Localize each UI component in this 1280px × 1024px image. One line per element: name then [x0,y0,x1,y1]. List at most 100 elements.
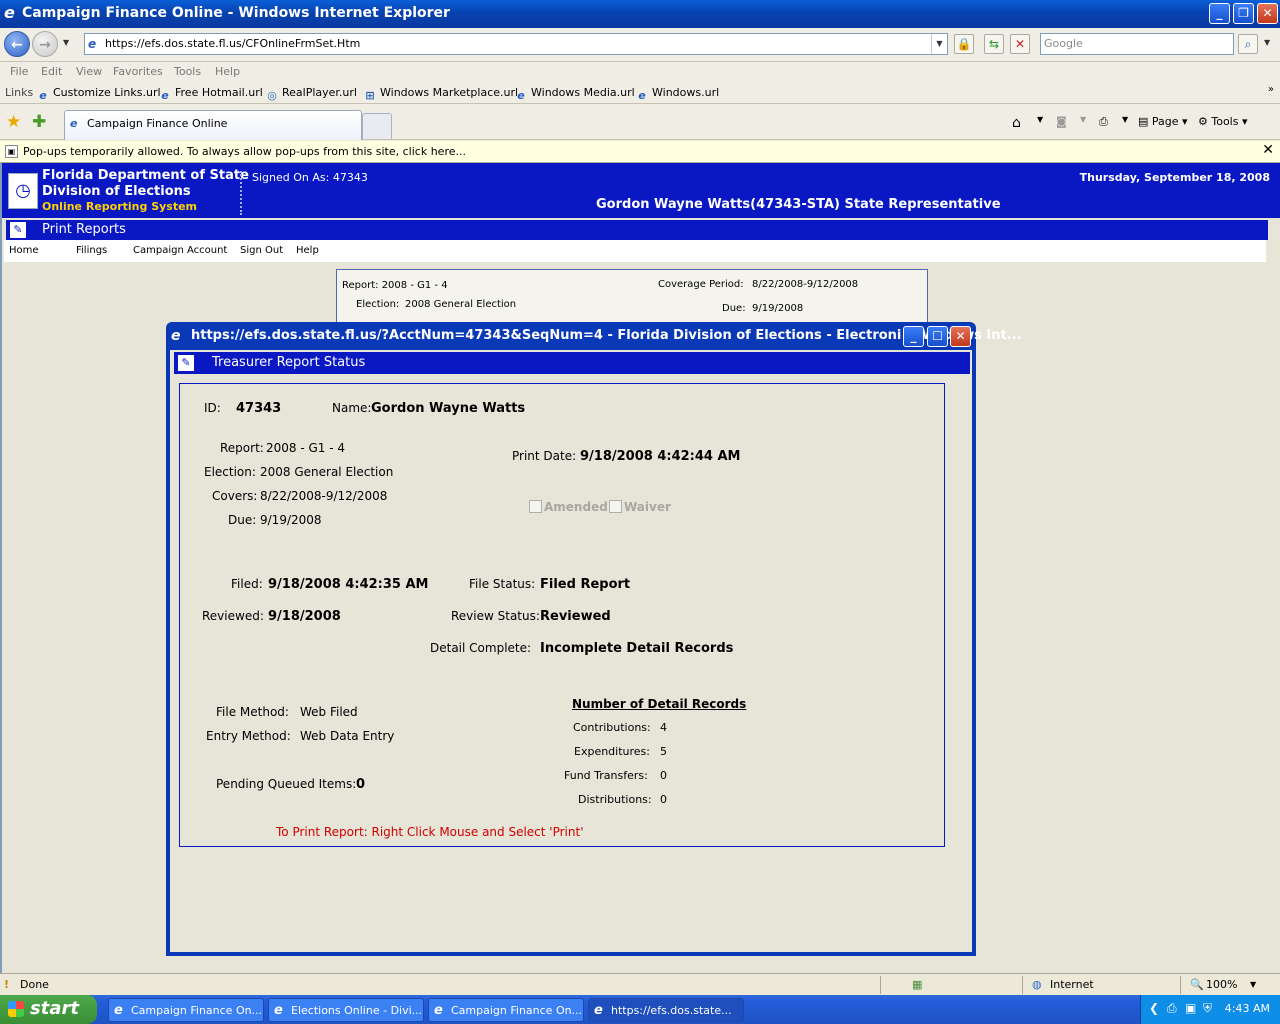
restore-button[interactable]: ❐ [1233,3,1254,24]
taskbar-item-campaign-finance-1[interactable]: e Campaign Finance On... [108,998,264,1022]
entry-method-label: Entry Method: [206,729,291,743]
zoom-icon[interactable]: 🔍 [1190,978,1204,991]
election-label: Election: [204,465,256,479]
back-button[interactable]: ← [4,31,30,57]
search-icon[interactable]: ⌕ [1238,34,1258,54]
taskbar-item-elections-online[interactable]: e Elections Online - Divi... [268,998,424,1022]
report-status-panel: ID: 47343 Name: Gordon Wayne Watts Repor… [179,383,945,847]
waiver-checkbox[interactable] [609,500,622,513]
taskbar-item-campaign-finance-2[interactable]: e Campaign Finance On... [428,998,584,1022]
file-status-label: File Status: [469,577,536,591]
recent-pages-dropdown[interactable]: ▼ [63,38,69,47]
zoom-dropdown-icon[interactable]: ▼ [1250,980,1256,989]
page-menu[interactable]: ▤ Page ▾ [1138,115,1188,128]
forward-button[interactable]: → [32,31,58,57]
nav-sign-out[interactable]: Sign Out [240,245,283,256]
security-tray-icon[interactable]: ⛨ [1203,1001,1212,1016]
zoom-level[interactable]: 100% [1206,978,1237,991]
close-button[interactable]: ✕ [1257,3,1278,24]
links-overflow-icon[interactable]: » [1268,84,1274,95]
links-bar: Links e Customize Links.url e Free Hotmail… [0,82,1280,104]
minimize-button[interactable]: _ [1209,3,1230,24]
due-value: 9/19/2008 [260,513,322,527]
nav-help[interactable]: Help [296,245,319,256]
popup-minimize-button[interactable]: _ [903,326,924,347]
menu-favorites[interactable]: Favorites [113,65,163,78]
favorites-star-icon[interactable]: ★ [6,112,21,132]
bg-coverage-label: Coverage Period: [658,279,744,290]
internet-zone-icon: ◍ [1032,978,1042,991]
popup-maximize-button[interactable]: ☐ [927,326,948,347]
detail-complete-value: Incomplete Detail Records [540,641,734,656]
address-dropdown-icon[interactable]: ▼ [931,34,947,54]
bg-due-label: Due: [722,303,746,314]
bg-election-label: Election: [356,299,400,310]
window-titlebar: e Campaign Finance Online - Windows Inte… [0,0,1280,28]
menu-tools[interactable]: Tools [174,65,201,78]
menu-edit[interactable]: Edit [41,65,62,78]
taskbar-item-efs-popup[interactable]: e https://efs.dos.state... [588,998,744,1022]
link-windows-media[interactable]: e Windows Media.url [514,86,634,103]
search-input[interactable]: Google [1040,33,1234,55]
refresh-icon[interactable]: ⇆ [984,34,1004,54]
tools-menu[interactable]: ⚙ Tools ▾ [1198,115,1248,128]
feeds-icon[interactable]: ◙ [1056,115,1067,128]
nav-campaign-account[interactable]: Campaign Account [133,245,227,256]
link-windows-marketplace[interactable]: ⊞ Windows Marketplace.url [363,86,518,103]
menu-file[interactable]: File [10,65,28,78]
home-icon[interactable]: ⌂ [1012,115,1021,131]
print-icon[interactable]: ⎙ [1099,115,1108,129]
nav-filings[interactable]: Filings [76,245,107,256]
id-value: 47343 [236,401,282,416]
search-options-dropdown[interactable]: ▼ [1264,38,1270,47]
clock[interactable]: 4:43 AM [1225,1002,1270,1015]
division-logo-icon: ◷ [8,173,38,209]
due-label: Due: [228,513,257,527]
tab-bar: ★ ✚ e Campaign Finance Online ⌂ ▼ ◙ ▼ ⎙ … [0,104,1280,140]
amended-label: Amended [544,500,608,514]
popup-blocked-icon: ▣ [5,145,18,158]
tray-expand-icon[interactable]: ❮ [1149,1001,1159,1015]
address-bar[interactable]: e https://efs.dos.state.fl.us/CFOnlineFr… [84,33,948,55]
start-button[interactable]: start [0,995,97,1024]
page-icon: e [88,37,97,51]
pending-label: Pending Queued Items: [216,777,357,791]
filed-label: Filed: [231,577,263,591]
popup-info-bar[interactable]: ▣ Pop-ups temporarily allowed. To always… [0,141,1280,163]
print-dropdown-icon[interactable]: ▼ [1122,115,1128,124]
url-icon: e [638,89,646,102]
signed-on-text: Signed On As: 47343 [252,171,368,184]
link-realplayer[interactable]: ◎ RealPlayer.url [265,86,357,103]
network-tray-icon[interactable]: ▣ [1185,1001,1196,1015]
protected-mode-icon[interactable]: ▦ [912,978,922,991]
close-infobar-icon[interactable]: ✕ [1262,142,1274,158]
amended-checkbox[interactable] [529,500,542,513]
menu-help[interactable]: Help [215,65,240,78]
ie-icon: e [594,1003,603,1018]
lock-icon[interactable]: 🔒 [954,34,974,54]
link-free-hotmail[interactable]: e Free Hotmail.url [158,86,263,103]
org-line-2: Division of Elections [42,184,191,199]
file-method-label: File Method: [216,705,289,719]
home-dropdown-icon[interactable]: ▼ [1037,115,1043,124]
review-status-label: Review Status: [451,609,540,623]
popup-close-button[interactable]: ✕ [950,326,971,347]
menu-view[interactable]: View [76,65,102,78]
add-favorites-icon[interactable]: ✚ [32,112,46,132]
link-windows[interactable]: e Windows.url [635,86,719,103]
popup-info-text[interactable]: Pop-ups temporarily allowed. To always a… [23,145,466,158]
nav-home[interactable]: Home [9,245,39,256]
feeds-dropdown-icon[interactable]: ▼ [1080,115,1086,124]
printer-tray-icon[interactable]: ⎙ [1167,1001,1177,1016]
taskbar: start e Campaign Finance On... e Elections… [0,995,1280,1024]
popup-title: https://efs.dos.state.fl.us/?AcctNum=473… [191,328,1022,343]
candidate-name: Gordon Wayne Watts(47343-STA) State Repr… [596,197,1001,212]
header-divider [240,171,242,215]
new-tab-button[interactable] [362,113,392,139]
stop-icon[interactable]: ✕ [1010,34,1030,54]
election-value: 2008 General Election [260,465,394,479]
ie-logo-icon: e [4,3,15,22]
url-icon: e [39,89,47,102]
tab-campaign-finance[interactable]: e Campaign Finance Online [64,110,362,140]
link-customize-links[interactable]: e Customize Links.url [36,86,160,103]
